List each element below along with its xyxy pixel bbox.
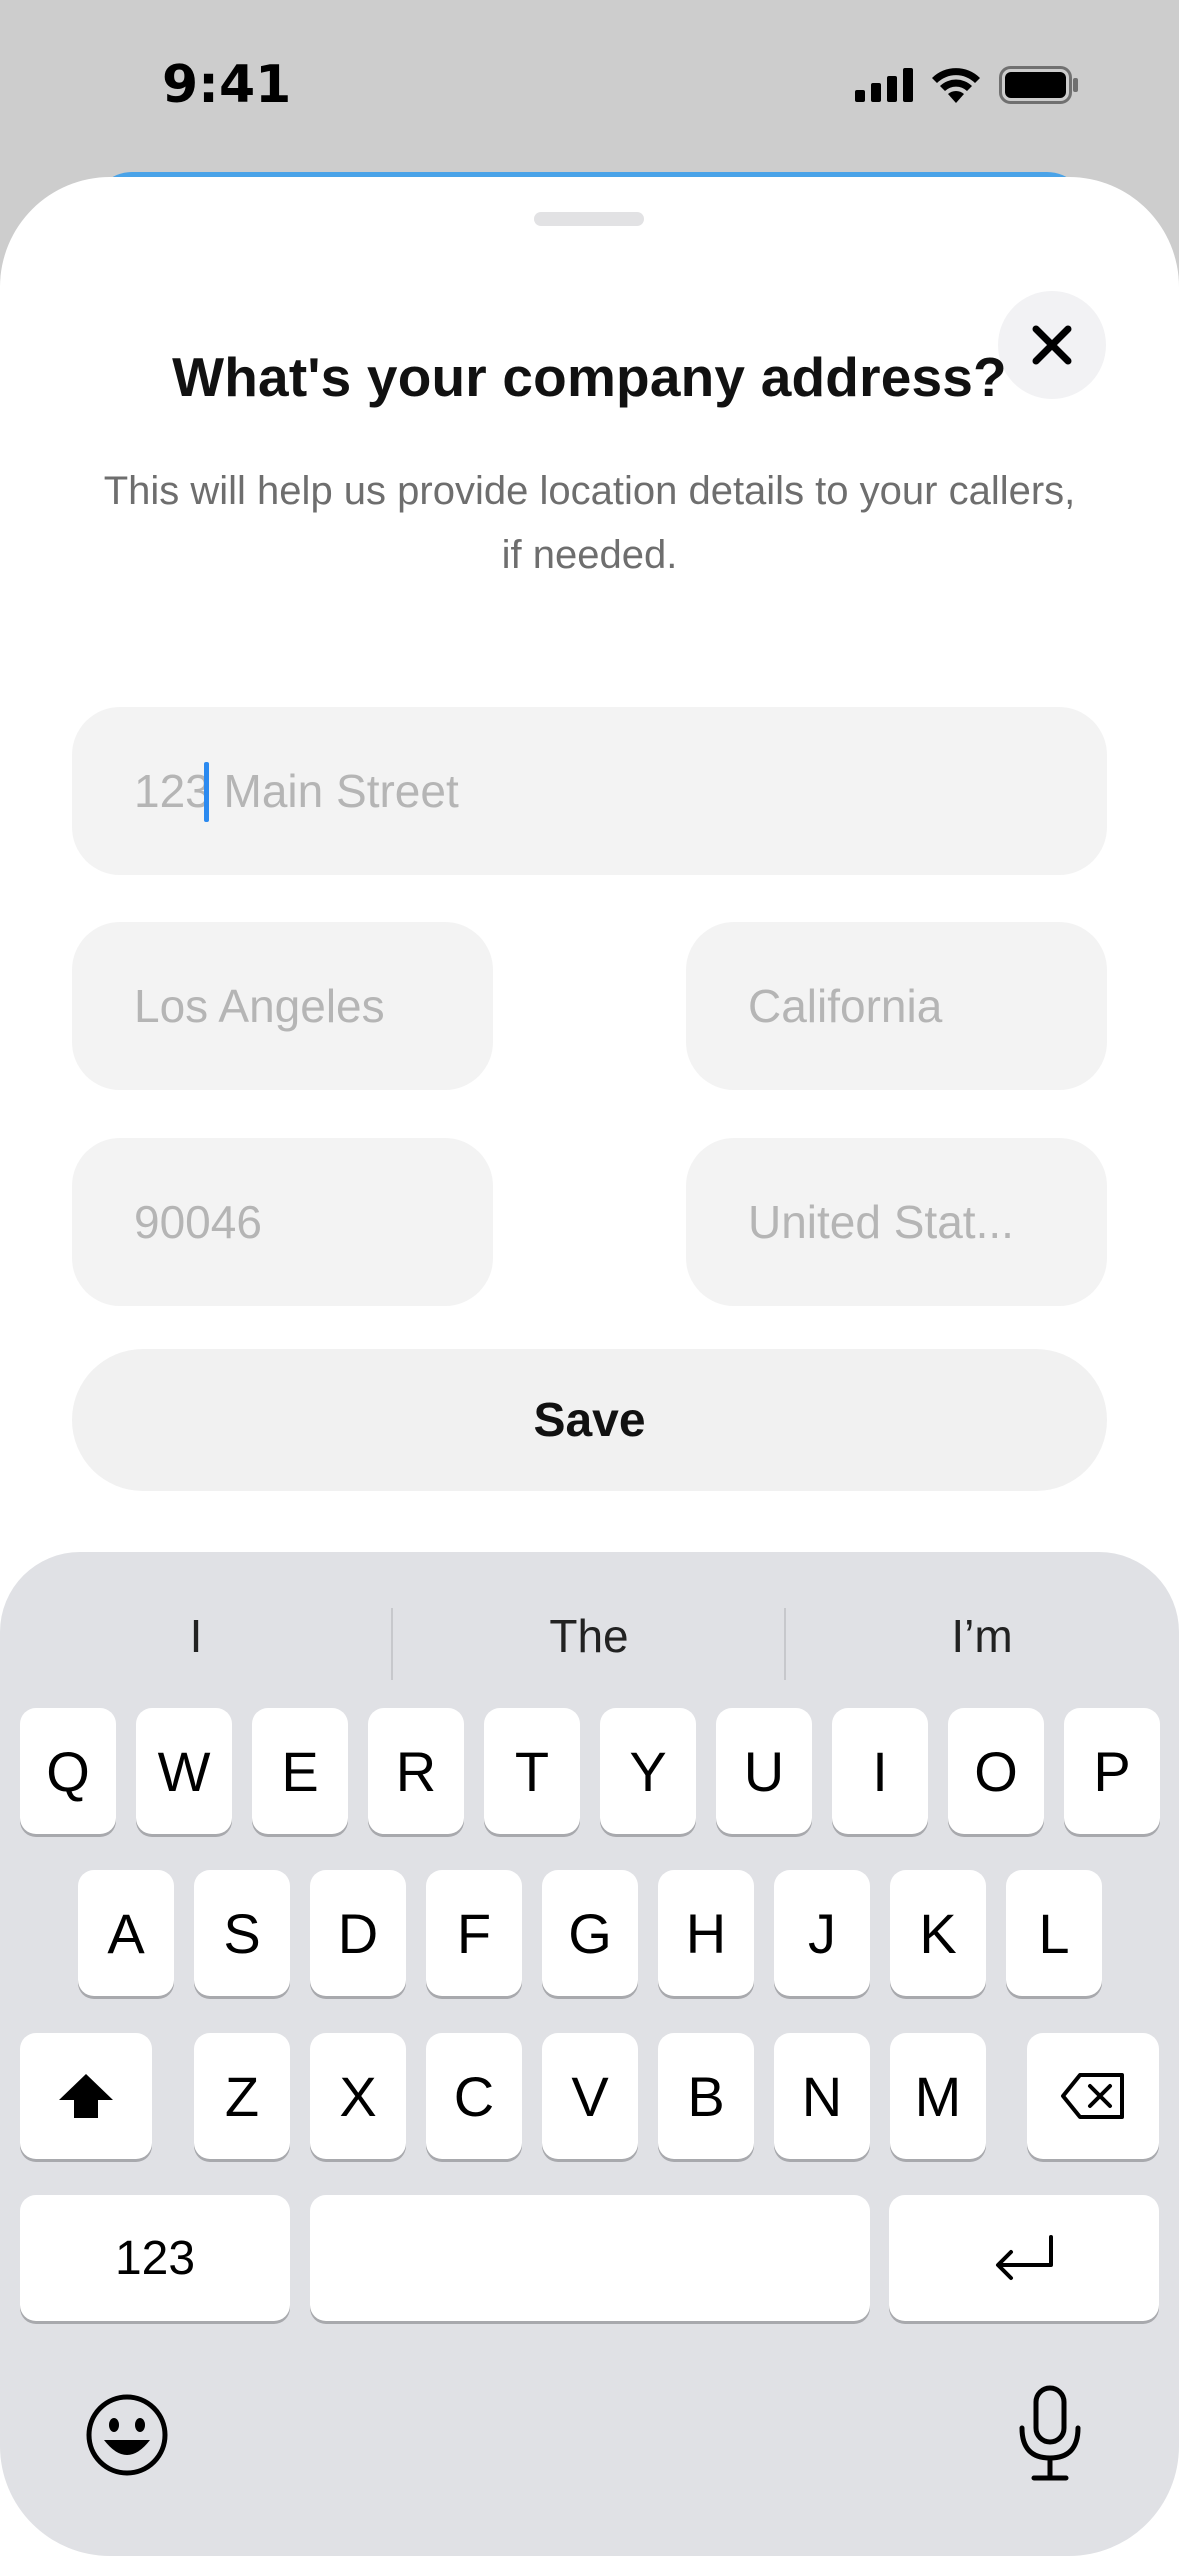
key[interactable]: W	[136, 1708, 232, 1834]
text-caret	[204, 762, 209, 822]
key[interactable]: F	[426, 1870, 522, 1996]
key[interactable]: E	[252, 1708, 348, 1834]
zip-input[interactable]	[132, 1194, 493, 1250]
key[interactable]: K	[890, 1870, 986, 1996]
cellular-signal-icon	[855, 68, 913, 102]
numbers-key[interactable]: 123	[20, 2195, 290, 2321]
space-key[interactable]	[310, 2195, 870, 2321]
microphone-icon	[1019, 2385, 1081, 2481]
delete-icon	[1061, 2073, 1124, 2119]
key[interactable]: O	[948, 1708, 1044, 1834]
key[interactable]: H	[658, 1870, 754, 1996]
dictation-button[interactable]	[1010, 2384, 1090, 2484]
shift-icon	[59, 2074, 113, 2118]
key[interactable]: Q	[20, 1708, 116, 1834]
wifi-icon	[932, 68, 980, 103]
zip-field[interactable]	[72, 1138, 493, 1306]
country-field[interactable]	[686, 1138, 1107, 1306]
delete-key[interactable]	[1027, 2033, 1159, 2159]
key[interactable]: N	[774, 2033, 870, 2159]
emoji-button[interactable]	[82, 2390, 172, 2480]
suggestion-item[interactable]: I’m	[786, 1588, 1178, 1684]
suggestion-item[interactable]: The	[393, 1588, 785, 1684]
key[interactable]: U	[716, 1708, 812, 1834]
street-field[interactable]	[72, 707, 1107, 875]
sheet-grabber[interactable]	[534, 212, 644, 226]
key[interactable]: G	[542, 1870, 638, 1996]
key[interactable]: V	[542, 2033, 638, 2159]
return-icon	[996, 2235, 1053, 2280]
key[interactable]: L	[1006, 1870, 1102, 1996]
emoji-icon	[86, 2394, 168, 2476]
key[interactable]: B	[658, 2033, 754, 2159]
return-key[interactable]	[889, 2195, 1159, 2321]
suggestion-bar: I The I’m	[0, 1588, 1179, 1684]
key[interactable]: M	[890, 2033, 986, 2159]
keyboard: I The I’m Q W E R T Y U I O P A S D F G …	[0, 1552, 1179, 2556]
key[interactable]: A	[78, 1870, 174, 1996]
key[interactable]: Y	[600, 1708, 696, 1834]
country-input[interactable]	[746, 1194, 1107, 1250]
key[interactable]: D	[310, 1870, 406, 1996]
battery-icon	[999, 66, 1078, 104]
status-bar: 9:41	[0, 0, 1179, 170]
city-field[interactable]	[72, 922, 493, 1090]
save-button[interactable]: Save	[72, 1349, 1107, 1491]
street-input[interactable]	[132, 763, 1107, 819]
status-time: 9:41	[162, 55, 292, 115]
state-input[interactable]	[746, 978, 1107, 1034]
city-input[interactable]	[132, 978, 493, 1034]
key[interactable]: S	[194, 1870, 290, 1996]
shift-key[interactable]	[20, 2033, 152, 2159]
key[interactable]: I	[832, 1708, 928, 1834]
key[interactable]: R	[368, 1708, 464, 1834]
sheet-title: What's your company address?	[172, 346, 1007, 408]
key[interactable]: C	[426, 2033, 522, 2159]
sheet-subtitle: This will help us provide location detai…	[103, 469, 1076, 577]
key[interactable]: Z	[194, 2033, 290, 2159]
key[interactable]: J	[774, 1870, 870, 1996]
suggestion-item[interactable]: I	[0, 1588, 392, 1684]
state-field[interactable]	[686, 922, 1107, 1090]
key[interactable]: X	[310, 2033, 406, 2159]
key[interactable]: P	[1064, 1708, 1160, 1834]
key[interactable]: T	[484, 1708, 580, 1834]
status-icons	[855, 66, 1079, 104]
